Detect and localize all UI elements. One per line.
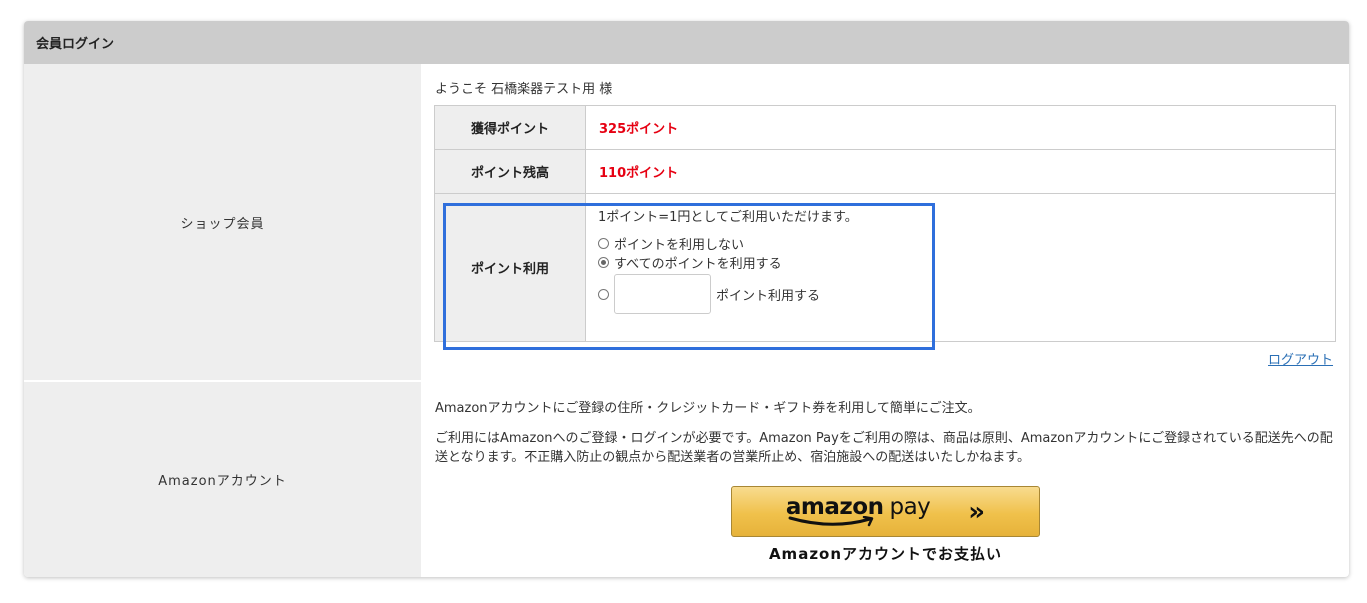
- earned-points-value: 325ポイント: [585, 105, 1336, 150]
- card-title: 会員ログイン: [36, 37, 115, 52]
- amazon-pay-logo: amazon pay: [786, 494, 931, 528]
- point-use-cell: 1ポイント=1円としてご利用いただけます。 ポイントを利用しない すべてのポイン…: [585, 193, 1336, 342]
- amazon-pay-button[interactable]: amazon pay »: [731, 486, 1040, 537]
- option-all-points[interactable]: すべてのポイントを利用する: [598, 253, 1335, 272]
- point-use-label: ポイント利用: [434, 193, 586, 342]
- option-no-points[interactable]: ポイントを利用しない: [598, 234, 1335, 253]
- radio-checked-icon[interactable]: [598, 257, 609, 268]
- point-balance-value: 110ポイント: [585, 149, 1336, 194]
- table-row: ポイント利用 1ポイント=1円としてご利用いただけます。 ポイントを利用しない …: [434, 193, 1336, 342]
- amazon-desc-1: Amazonアカウントにご登録の住所・クレジットカード・ギフト券を利用して簡単に…: [435, 401, 981, 416]
- point-use-note: 1ポイント=1円としてご利用いただけます。: [598, 210, 858, 225]
- table-row: 獲得ポイント 325ポイント: [434, 105, 1336, 150]
- double-chevron-right-icon: »: [968, 496, 986, 527]
- amazon-description: Amazonアカウントにご登録の住所・クレジットカード・ギフト券を利用して簡単に…: [435, 399, 1340, 467]
- option-label: すべてのポイントを利用する: [614, 257, 782, 272]
- points-table: 獲得ポイント 325ポイント ポイント残高 110ポイント ポイント利用 1ポイ…: [434, 105, 1336, 342]
- logo-pay-text: pay: [889, 494, 931, 520]
- option-label: ポイントを利用しない: [614, 238, 745, 253]
- table-row: ポイント残高 110ポイント: [434, 149, 1336, 194]
- card-header: 会員ログイン: [24, 21, 1349, 64]
- point-balance-label: ポイント残高: [434, 149, 586, 194]
- option-label: ポイント利用する: [716, 288, 821, 304]
- points-amount-input[interactable]: [614, 274, 711, 314]
- earned-points-label: 獲得ポイント: [434, 105, 586, 150]
- member-login-card: 会員ログイン ショップ会員 Amazonアカウント ようこそ 石橋楽器テスト用 …: [24, 21, 1349, 577]
- shop-member-label: ショップ会員: [24, 64, 421, 380]
- amazon-pay-caption: Amazonアカウントでお支払い: [768, 545, 1003, 563]
- logout-link[interactable]: ログアウト: [1268, 349, 1333, 368]
- radio-icon[interactable]: [598, 288, 609, 300]
- amazon-account-label: Amazonアカウント: [24, 382, 421, 577]
- option-specify-points[interactable]: ポイント利用する: [598, 274, 1335, 314]
- amazon-smile-icon: [788, 516, 874, 527]
- welcome-message: ようこそ 石橋楽器テスト用 様: [435, 82, 613, 97]
- radio-icon[interactable]: [598, 238, 609, 249]
- amazon-desc-2: ご利用にはAmazonへのご登録・ログインが必要です。Amazon Payをご利…: [435, 431, 1333, 465]
